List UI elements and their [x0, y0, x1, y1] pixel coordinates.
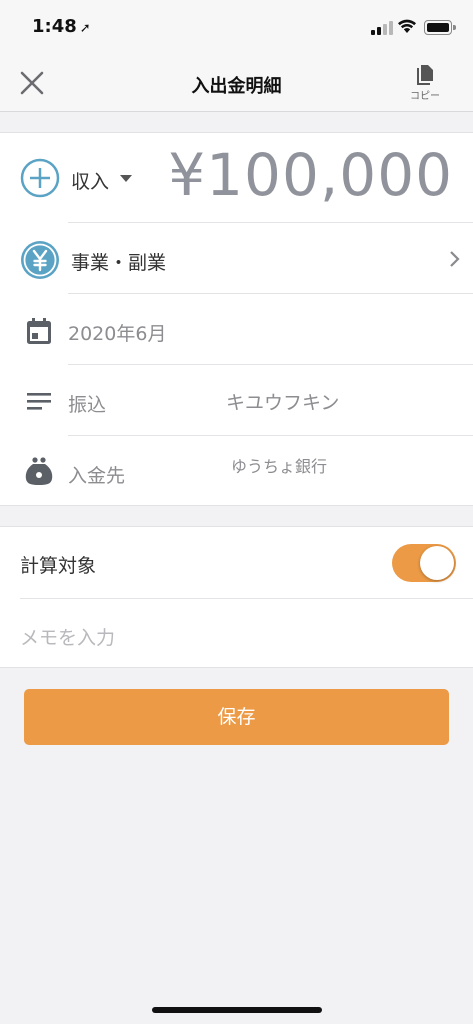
divider: [68, 293, 473, 294]
copy-icon: [417, 65, 433, 85]
time-text: 1:48: [32, 16, 77, 37]
signal-icon: [371, 21, 393, 35]
calc-target-toggle[interactable]: [392, 544, 456, 582]
purse-icon: [25, 457, 53, 485]
plus-circle-icon[interactable]: [20, 158, 60, 198]
type-selector[interactable]: 収入: [71, 167, 109, 194]
amount-value[interactable]: ¥100,000: [168, 141, 453, 209]
divider: [68, 435, 473, 436]
toggle-knob: [420, 546, 454, 580]
copy-button[interactable]: コピー: [400, 64, 450, 108]
entry-card: 収入 ¥100,000 事業・副業 2020年6月 振込 キユウフキン 入金先 …: [0, 132, 473, 506]
description-value[interactable]: キユウフキン: [226, 388, 339, 415]
wifi-icon: [398, 19, 416, 33]
nav-bar: 入出金明細 コピー: [0, 56, 473, 112]
lines-icon: [27, 393, 51, 410]
account-key[interactable]: 入金先: [68, 461, 125, 488]
options-card: 計算対象 メモを入力: [0, 526, 473, 668]
account-value[interactable]: ゆうちょ銀行: [231, 453, 327, 477]
divider: [68, 364, 473, 365]
status-bar: 1:48 ➚: [0, 0, 473, 56]
home-indicator[interactable]: [152, 1007, 322, 1013]
divider: [20, 598, 473, 599]
description-key[interactable]: 振込: [68, 390, 106, 417]
calc-target-label: 計算対象: [20, 555, 97, 577]
save-button[interactable]: 保存: [24, 689, 449, 745]
copy-label: コピー: [410, 91, 440, 102]
memo-input[interactable]: メモを入力: [20, 623, 115, 650]
caret-down-icon[interactable]: [120, 175, 132, 182]
date-field[interactable]: 2020年6月: [68, 319, 166, 346]
calendar-icon: [27, 318, 51, 344]
chevron-right-icon[interactable]: [448, 249, 462, 269]
category-label[interactable]: 事業・副業: [71, 248, 166, 275]
divider: [68, 222, 473, 223]
yen-coin-icon: [21, 241, 59, 279]
location-icon: ➚: [79, 21, 91, 36]
battery-icon: [424, 20, 456, 35]
status-time: 1:48 ➚: [32, 16, 91, 37]
